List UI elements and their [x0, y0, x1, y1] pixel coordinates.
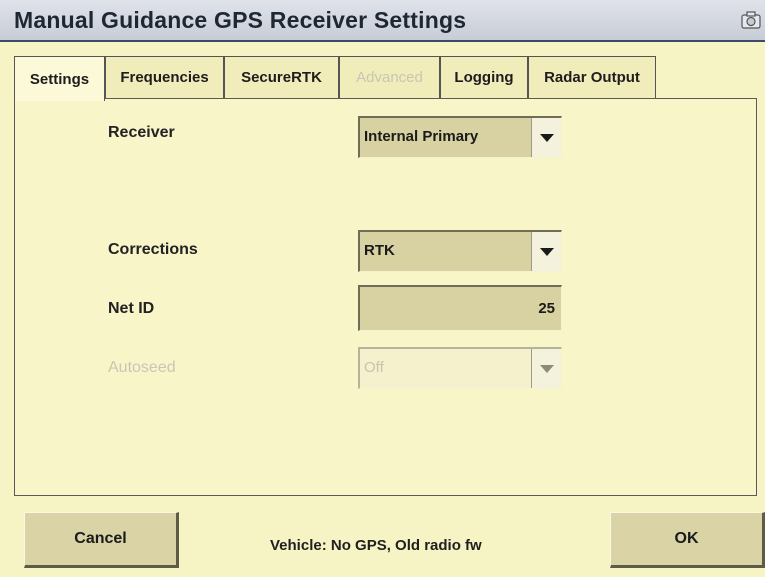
tab-logging[interactable]: Logging [440, 56, 528, 98]
corrections-value: RTK [364, 242, 395, 259]
tab-settings[interactable]: Settings [14, 56, 105, 101]
ok-button[interactable]: OK [610, 512, 765, 568]
tab-advanced: Advanced [339, 56, 440, 98]
tab-control: Settings Frequencies SecureRTK Advanced … [14, 56, 757, 496]
net-id-field[interactable]: 25 [358, 285, 562, 331]
tab-securertk[interactable]: SecureRTK [224, 56, 339, 98]
receiver-value: Internal Primary [364, 128, 479, 145]
autoseed-dropdown: Off [358, 347, 562, 389]
status-text: Vehicle: No GPS, Old radio fw [270, 537, 482, 554]
receiver-label: Receiver [108, 124, 175, 141]
tab-advanced-label: Advanced [356, 69, 423, 86]
tab-frequencies[interactable]: Frequencies [105, 56, 224, 98]
cancel-button[interactable]: Cancel [24, 512, 179, 568]
net-id-value: 25 [538, 300, 555, 317]
title-bar: Manual Guidance GPS Receiver Settings [0, 0, 765, 42]
tab-settings-label: Settings [29, 70, 90, 88]
autoseed-label: Autoseed [108, 359, 176, 376]
corrections-dropdown[interactable]: RTK [358, 230, 562, 272]
tab-radar-output-label: Radar Output [544, 69, 640, 86]
receiver-dropdown[interactable]: Internal Primary [358, 116, 562, 158]
window-title: Manual Guidance GPS Receiver Settings [14, 7, 467, 33]
net-id-label: Net ID [108, 300, 155, 317]
corrections-label: Corrections [108, 241, 198, 258]
tab-logging-label: Logging [454, 69, 514, 86]
chevron-down-icon[interactable] [531, 232, 561, 271]
chevron-down-icon [531, 349, 561, 388]
cancel-button-label: Cancel [74, 530, 127, 547]
autoseed-value: Off [364, 359, 384, 376]
camera-icon[interactable] [741, 11, 761, 34]
tab-radar-output[interactable]: Radar Output [528, 56, 656, 98]
settings-panel: Receiver Internal Primary Corrections RT… [14, 98, 757, 496]
tab-securertk-label: SecureRTK [241, 69, 322, 86]
tab-frequencies-label: Frequencies [120, 69, 209, 86]
chevron-down-icon[interactable] [531, 118, 561, 157]
footer-bar: Cancel Vehicle: No GPS, Old radio fw OK [0, 497, 765, 577]
receiver-settings-screen: Manual Guidance GPS Receiver Settings Se… [0, 0, 765, 577]
ok-button-label: OK [674, 530, 699, 547]
